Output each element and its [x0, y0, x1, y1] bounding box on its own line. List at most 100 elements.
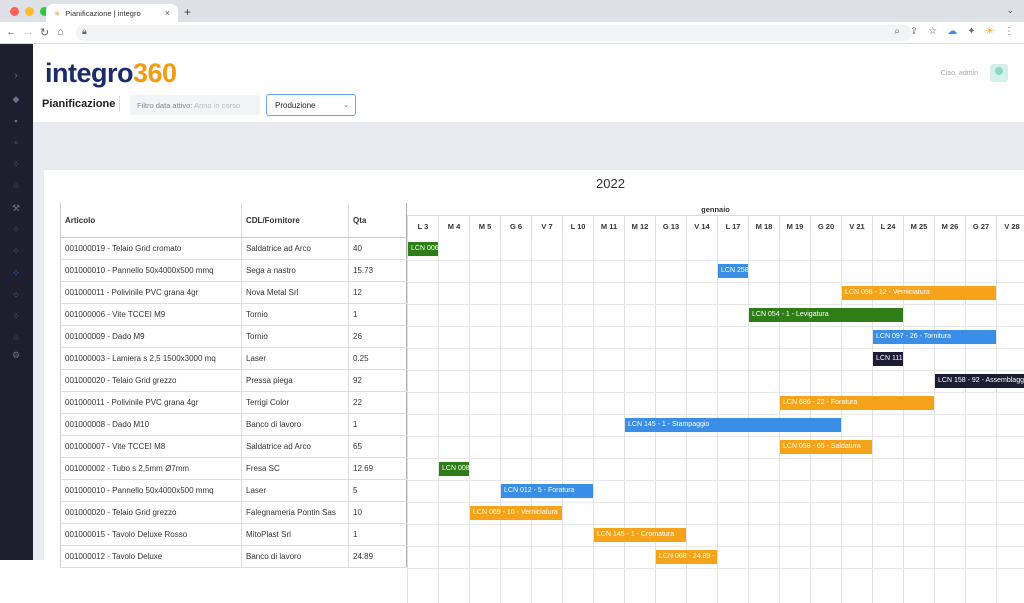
cell-qta: 1 — [349, 524, 407, 545]
gantt-bar[interactable]: LCN 008 — [439, 462, 469, 476]
close-tab-icon[interactable]: × — [165, 8, 170, 18]
dashboard-icon[interactable]: ◆ — [11, 94, 21, 104]
table-row[interactable]: 001000002 - Tubo s 2,5mm Ø7mm Fresa SC 12.… — [60, 458, 407, 480]
favicon-icon: ✳ — [54, 8, 61, 18]
table-row[interactable]: 001000019 - Telaio Grid cromato Saldatric… — [60, 238, 407, 260]
gantt-bar[interactable]: LCN 686 - 22 - Foratura — [780, 396, 934, 410]
grid-line — [407, 436, 1024, 437]
grid2-icon[interactable]: ⁘ — [11, 181, 21, 191]
col-articolo[interactable]: Articolo — [60, 203, 242, 237]
cell-articolo: 001000020 - Telaio Grid grezzo — [60, 502, 242, 523]
day-header: M 11 — [593, 216, 624, 238]
table-row[interactable]: 001000006 - Vite TCCEI M9 Tornio 1 — [60, 304, 407, 326]
planning-icon[interactable]: ⁘ — [11, 268, 21, 278]
grid-line — [531, 238, 532, 603]
modules5-icon[interactable]: ⁘ — [11, 333, 21, 343]
grid-icon[interactable]: ⁘ — [11, 159, 21, 169]
cell-articolo: 001000002 - Tubo s 2,5mm Ø7mm — [60, 458, 242, 479]
table-row[interactable]: 001000010 - Pannello 50x4000x500 mmq Sega… — [60, 260, 407, 282]
url-input[interactable]: 🔒︎ — [76, 25, 912, 41]
table-row[interactable]: 001000012 - Tavolo Deluxe Banco di lavoro… — [60, 546, 407, 568]
cell-articolo: 001000010 - Pannello 50x4000x500 mmq — [60, 480, 242, 501]
gantt-bar[interactable]: LCN 006 — [408, 242, 438, 256]
minimize-window-button[interactable] — [25, 7, 34, 16]
star-icon[interactable]: ☆ — [928, 26, 937, 37]
cell-cdl: Falegnameria Pontin Sas — [242, 502, 349, 523]
table-row[interactable]: 001000011 - Polivinile PVC grana 4gr Nova… — [60, 282, 407, 304]
cell-articolo: 001000010 - Pannello 50x4000x500 mmq — [60, 260, 242, 281]
user-greeting: Ciao, admin — [940, 70, 978, 77]
day-header: G 27 — [965, 216, 996, 238]
cell-qta: 12 — [349, 282, 407, 303]
cell-qta: 0.25 — [349, 348, 407, 369]
cell-qta: 1 — [349, 304, 407, 325]
share-icon[interactable]: ⇪ — [910, 26, 918, 37]
table-row[interactable]: 001000007 - Vite TCCEI M8 Saldatrice ad A… — [60, 436, 407, 458]
gantt-bar[interactable]: LCN 058 - 65 - Saldatura — [780, 440, 872, 454]
cell-cdl: Laser — [242, 348, 349, 369]
gantt-bar[interactable]: LCN 111 - — [873, 352, 903, 366]
gantt-bar[interactable]: LCN 068 - 24.89 - — [656, 550, 717, 564]
cell-cdl: Saldatrice ad Arco — [242, 436, 349, 457]
area-select[interactable]: Produzione ⌄ — [266, 94, 356, 116]
tools-icon[interactable]: ⚒ — [11, 203, 21, 213]
cell-qta: 92 — [349, 370, 407, 391]
gantt-bar[interactable]: LCN 158 - 92 - Assemblagg — [935, 374, 1024, 388]
cell-articolo: 001000008 - Dado M10 — [60, 414, 242, 435]
day-header: L 10 — [562, 216, 593, 238]
date-filter[interactable]: Filtro data attivo: Anno in corso — [130, 95, 260, 115]
day-header: V 14 — [686, 216, 717, 238]
menu-icon[interactable]: ⋮ — [1004, 26, 1014, 37]
avatar[interactable] — [990, 64, 1008, 82]
col-qta[interactable]: Qta — [349, 203, 407, 237]
forward-icon[interactable]: → — [23, 26, 34, 38]
home-icon[interactable]: ⌂ — [57, 26, 64, 38]
table-row[interactable]: 001000015 - Tavolo Deluxe Rosso MitoPlast… — [60, 524, 407, 546]
integro-extension-icon[interactable]: ✳ — [986, 26, 994, 37]
grid-line — [407, 524, 1024, 525]
gantt-bar[interactable]: LCN 069 - 10 - Verniciatura — [470, 506, 562, 520]
table-row[interactable]: 001000020 - Telaio Grid grezzo Falegnamer… — [60, 502, 407, 524]
tab-search-chevron-icon[interactable]: ⌄ — [1006, 5, 1014, 16]
table-row[interactable]: 001000003 - Lamiera s 2,5 1500x3000 mq La… — [60, 348, 407, 370]
table-row[interactable]: 001000010 - Pannello 50x4000x500 mmq Lase… — [60, 480, 407, 502]
gantt-bar[interactable]: LCN 054 - 1 - Levigatura — [749, 308, 903, 322]
back-icon[interactable]: ← — [6, 26, 17, 38]
planning-card: 2022 Articolo CDL/Fornitore Qta 00100001… — [44, 170, 1024, 603]
cloud-extension-icon[interactable]: ☁ — [947, 26, 957, 37]
cell-cdl: Saldatrice ad Arco — [242, 238, 349, 259]
browser-tab[interactable]: ✳ Pianificazione | integro × — [46, 4, 178, 22]
settings-icon[interactable]: ⚙ — [11, 350, 21, 360]
new-tab-button[interactable]: + — [184, 5, 191, 19]
gantt-bar[interactable]: LCN 097 - 26 - Tornitura — [873, 330, 996, 344]
col-cdl[interactable]: CDL/Fornitore — [242, 203, 349, 237]
table-row[interactable]: 001000008 - Dado M10 Banco di lavoro 1 — [60, 414, 407, 436]
gantt-bar[interactable]: LCN 012 - 5 - Foratura — [501, 484, 593, 498]
modules-icon[interactable]: ⁘ — [11, 224, 21, 234]
gantt-bar[interactable]: LCN 258 — [718, 264, 748, 278]
table-row[interactable]: 001000020 - Telaio Grid grezzo Pressa pie… — [60, 370, 407, 392]
grid-line — [407, 348, 1024, 349]
table-row[interactable]: 001000011 - Polivinile PVC grana 4gr Terr… — [60, 392, 407, 414]
modules4-icon[interactable]: ⁘ — [11, 311, 21, 321]
grid-line — [407, 238, 408, 603]
modules3-icon[interactable]: ⁘ — [11, 290, 21, 300]
search-icon[interactable]: ⌕ — [894, 26, 900, 37]
extensions-icon[interactable]: ✦ — [967, 26, 975, 37]
cell-cdl: Tornio — [242, 304, 349, 325]
gantt-bar[interactable]: LCN 145 - 1 - Stampaggio — [625, 418, 841, 432]
window-controls — [10, 7, 49, 16]
gantt-bar[interactable]: LCN 098 - 12 - Verniciatura — [842, 286, 996, 300]
modules2-icon[interactable]: ⁘ — [11, 246, 21, 256]
list-icon[interactable]: ▫ — [11, 137, 21, 147]
gantt-bar[interactable]: LCN 145 - 1 - Cromatura — [594, 528, 686, 542]
cell-qta: 5 — [349, 480, 407, 501]
cell-qta: 15.73 — [349, 260, 407, 281]
reload-icon[interactable]: ↻ — [40, 26, 49, 39]
grid-line — [407, 260, 1024, 261]
expand-sidebar-icon[interactable]: › — [11, 70, 21, 80]
table-row[interactable]: 001000009 - Dado M9 Tornio 26 — [60, 326, 407, 348]
articles-table: Articolo CDL/Fornitore Qta 001000019 - T… — [60, 203, 407, 568]
documents-icon[interactable]: ▪ — [11, 116, 21, 126]
close-window-button[interactable] — [10, 7, 19, 16]
